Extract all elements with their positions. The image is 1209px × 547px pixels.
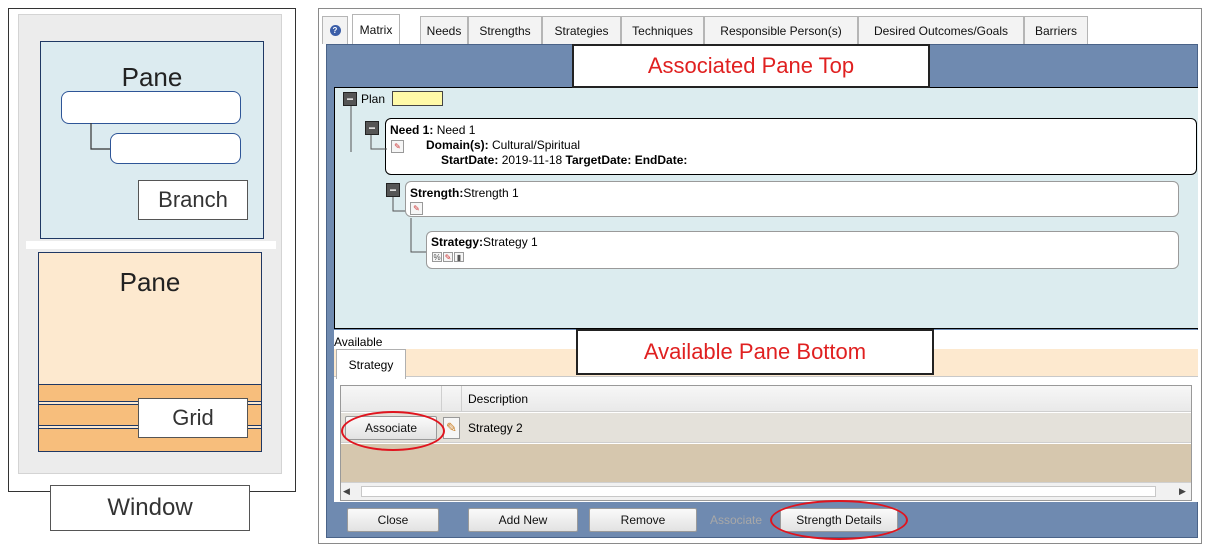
highlight-associate-ellipse bbox=[341, 411, 445, 451]
tab-desired-outcomes-goals[interactable]: Desired Outcomes/Goals bbox=[858, 16, 1024, 44]
tab-matrix[interactable]: Matrix bbox=[352, 14, 400, 44]
tree-connector-need-elbow bbox=[370, 135, 387, 150]
callout-available-pane-bottom: Available Pane Bottom bbox=[576, 329, 934, 375]
horizontal-scrollbar[interactable]: ◀ ▶ bbox=[341, 482, 1191, 500]
strategy-edit-icon[interactable]: ✎ bbox=[443, 252, 453, 262]
need-start-value: 2019-11-18 bbox=[501, 153, 563, 167]
strategy-link-icon[interactable]: % bbox=[432, 252, 442, 262]
strength-node[interactable]: Strength:Strength 1 ✎ bbox=[405, 181, 1179, 217]
tab-responsible-persons[interactable]: Responsible Person(s) bbox=[704, 16, 858, 44]
close-button[interactable]: Close bbox=[347, 508, 439, 532]
callout-associated-pane-top: Associated Pane Top bbox=[572, 44, 930, 88]
need-domain-label: Domain(s): bbox=[426, 138, 489, 152]
diagram-top-pane-label: Pane bbox=[121, 62, 183, 92]
need-collapse-icon[interactable]: − bbox=[365, 121, 379, 135]
diagram-bottom-pane-label: Pane bbox=[119, 267, 181, 297]
plan-name-field[interactable] bbox=[392, 91, 443, 106]
diagram-grid-label: Grid bbox=[138, 398, 248, 438]
strategy-title: Strategy: bbox=[431, 235, 484, 249]
strategy-node[interactable]: Strategy:Strategy 1 % ✎ ▮ bbox=[426, 231, 1179, 269]
scroll-left-icon[interactable]: ◀ bbox=[343, 486, 350, 497]
diagram-branch-label: Branch bbox=[138, 180, 248, 220]
plan-collapse-icon[interactable]: − bbox=[343, 92, 357, 106]
row-edit-icon[interactable]: ✎ bbox=[443, 417, 460, 439]
tab-strip: ? Matrix Needs Strengths Strategies Tech… bbox=[322, 14, 1198, 44]
tab-help[interactable]: ? bbox=[322, 16, 348, 44]
need-name: Need 1 bbox=[436, 123, 476, 137]
need-edit-icon[interactable]: ✎ bbox=[391, 140, 404, 153]
scrollbar-thumb[interactable] bbox=[361, 486, 1156, 497]
grid-header-divider bbox=[461, 386, 462, 412]
row-description: Strategy 2 bbox=[468, 421, 523, 435]
diagram-window-label: Window bbox=[50, 485, 250, 531]
need-title: Need 1: bbox=[390, 123, 434, 137]
need-target-label: TargetDate: bbox=[565, 153, 632, 167]
tab-techniques[interactable]: Techniques bbox=[621, 16, 704, 44]
scroll-right-icon[interactable]: ▶ bbox=[1179, 486, 1186, 497]
diagram-branch-node-child bbox=[110, 133, 241, 164]
available-label: Available bbox=[334, 335, 383, 349]
associate-button-disabled[interactable]: Associate bbox=[710, 513, 762, 527]
highlight-strength-details-ellipse bbox=[770, 500, 908, 540]
plan-label: Plan bbox=[361, 92, 386, 106]
tab-strengths[interactable]: Strengths bbox=[468, 16, 542, 44]
tab-needs[interactable]: Needs bbox=[420, 16, 468, 44]
strength-title: Strength: bbox=[410, 186, 464, 200]
window-sash bbox=[26, 241, 276, 249]
available-grid: Description Associate ✎ Strategy 2 ◀ ▶ bbox=[340, 385, 1192, 501]
strength-collapse-icon[interactable]: − bbox=[386, 183, 400, 197]
need-end-label: EndDate: bbox=[634, 153, 688, 167]
strategy-name: Strategy 1 bbox=[483, 235, 538, 249]
need-start-label: StartDate: bbox=[441, 153, 499, 167]
remove-button[interactable]: Remove bbox=[589, 508, 697, 532]
need-domain-value: Cultural/Spiritual bbox=[492, 138, 581, 152]
diagram-branch-node-parent bbox=[61, 91, 241, 124]
grid-header-divider bbox=[441, 386, 442, 412]
grid-empty-area bbox=[341, 444, 1191, 482]
need-node[interactable]: Need 1: Need 1 ✎ Domain(s): Cultural/Spi… bbox=[385, 118, 1197, 175]
tab-barriers[interactable]: Barriers bbox=[1024, 16, 1088, 44]
grid-column-description[interactable]: Description bbox=[468, 392, 528, 406]
help-icon: ? bbox=[329, 25, 341, 36]
strategy-delete-icon[interactable]: ▮ bbox=[454, 252, 464, 262]
tab-available-strategy[interactable]: Strategy bbox=[336, 349, 406, 379]
strength-edit-icon[interactable]: ✎ bbox=[410, 202, 423, 215]
tab-strategies[interactable]: Strategies bbox=[542, 16, 621, 44]
add-new-button[interactable]: Add New bbox=[468, 508, 578, 532]
strength-name: Strength 1 bbox=[463, 186, 519, 200]
